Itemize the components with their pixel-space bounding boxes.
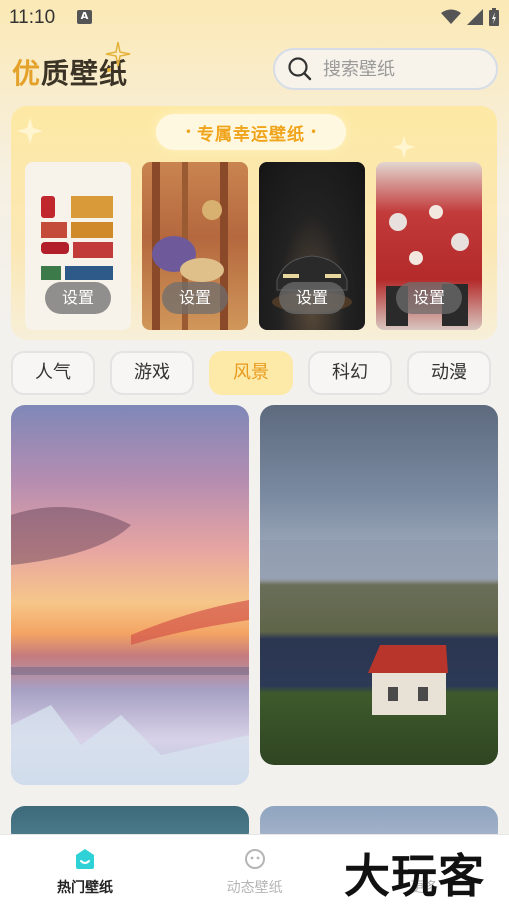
lucky-card[interactable]: 设置 <box>142 162 248 330</box>
lucky-wallpaper-section: • 专属幸运壁纸 • 设置 设置 设置 设置 <box>11 106 497 340</box>
title-dot: • <box>310 125 318 139</box>
status-icons <box>441 8 499 26</box>
lucky-cards: 设置 设置 设置 设置 <box>25 162 482 330</box>
lucky-card[interactable]: 设置 <box>376 162 482 330</box>
tab-games[interactable]: 游戏 <box>110 351 194 395</box>
set-wallpaper-button[interactable]: 设置 <box>396 282 462 314</box>
battery-icon <box>489 8 499 26</box>
set-wallpaper-button[interactable]: 设置 <box>279 282 345 314</box>
nav-label: 热门壁纸 <box>57 880 113 896</box>
tab-anime[interactable]: 动漫 <box>407 351 491 395</box>
watermark-logo: 大玩客 <box>344 849 485 903</box>
search-icon <box>288 57 312 81</box>
lucky-title-banner: • 专属幸运壁纸 • <box>156 114 346 150</box>
lucky-card[interactable]: 设置 <box>259 162 365 330</box>
nav-live-wallpapers[interactable]: 动态壁纸 <box>170 835 340 906</box>
wallpaper-red-roof-house[interactable] <box>260 405 498 765</box>
star-decoration-icon <box>392 135 416 159</box>
sparkle-icon <box>105 41 131 72</box>
sunset-ice-image <box>11 507 249 785</box>
star-decoration-icon <box>17 118 43 144</box>
search-input[interactable] <box>323 58 473 80</box>
tab-scenery[interactable]: 风景 <box>209 351 293 395</box>
set-wallpaper-button[interactable]: 设置 <box>45 282 111 314</box>
search-box[interactable] <box>273 48 498 90</box>
signal-icon <box>467 9 483 25</box>
nav-label: 动态壁纸 <box>226 880 283 896</box>
wallpaper-sunset-ice[interactable] <box>11 405 249 785</box>
title-dot: • <box>184 125 192 139</box>
notification-a-icon: A <box>77 10 92 24</box>
set-wallpaper-button[interactable]: 设置 <box>162 282 228 314</box>
house-by-lake-image <box>260 540 498 715</box>
nav-hot-wallpapers[interactable]: 热门壁纸 <box>0 835 170 906</box>
status-time: 11:10 <box>9 7 56 28</box>
lucky-title: 专属幸运壁纸 <box>197 124 305 145</box>
hot-wallpaper-icon <box>76 849 94 869</box>
category-tabs: 人气 游戏 风景 科幻 动漫 <box>11 351 491 395</box>
lucky-card[interactable]: 设置 <box>25 162 131 330</box>
tab-popular[interactable]: 人气 <box>11 351 95 395</box>
tab-scifi[interactable]: 科幻 <box>308 351 392 395</box>
live-wallpaper-icon <box>244 849 265 869</box>
app-title-first-char: 优 <box>12 57 42 90</box>
status-bar: 11:10 A <box>0 0 509 34</box>
calligraphy-illustration <box>41 196 113 280</box>
wifi-icon <box>441 9 461 24</box>
